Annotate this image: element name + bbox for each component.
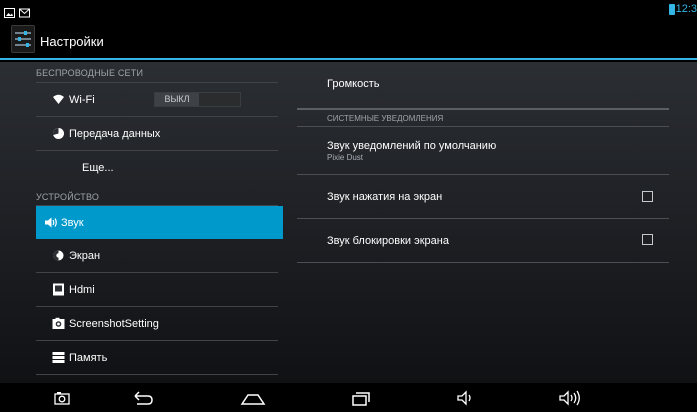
home-icon (238, 387, 268, 409)
sidebar-item-more[interactable]: Еще... (36, 151, 278, 184)
section-header-wireless: БЕСПРОВОДНЫЕ СЕТИ (36, 68, 144, 78)
divider (297, 108, 669, 110)
sidebar-item-label: ScreenshotSetting (69, 318, 159, 330)
volume-up-button[interactable] (555, 387, 585, 409)
battery-icon (669, 4, 675, 15)
action-bar: Настройки (0, 20, 697, 60)
mail-icon (19, 5, 30, 18)
touch-sounds-setting[interactable]: Звук нажатия на экран (297, 175, 669, 217)
settings-app-icon[interactable] (11, 25, 35, 53)
camera-icon (47, 387, 77, 409)
lock-sounds-label: Звук блокировки экрана (327, 235, 449, 247)
volume-up-icon (555, 387, 585, 409)
sidebar-item-display[interactable]: Экран (36, 239, 278, 272)
clock: 12:3 (675, 3, 697, 15)
sidebar-item-screenshot-setting[interactable]: ScreenshotSetting (36, 307, 278, 340)
sidebar-item-label: Звук (61, 217, 84, 229)
default-notification-value: Pixie Dust (327, 153, 364, 162)
sidebar-item-hdmi[interactable]: Hdmi (36, 273, 278, 306)
sidebar-item-label: Память (69, 352, 108, 364)
hdmi-icon (52, 283, 65, 296)
sidebar-item-data-usage[interactable]: Передача данных (36, 117, 278, 150)
navigation-bar (0, 383, 697, 412)
sidebar-item-label: Hdmi (69, 284, 95, 296)
status-bar: 12:3 (0, 0, 697, 20)
wifi-toggle[interactable]: ВЫКЛ (154, 92, 241, 107)
volume-label: Громкость (327, 78, 380, 90)
wifi-toggle-state: ВЫКЛ (155, 93, 199, 106)
volume-down-icon (451, 387, 481, 409)
recent-apps-icon (345, 387, 375, 409)
sidebar-item-sound[interactable]: Звук (36, 206, 283, 239)
app-title: Настройки (40, 34, 104, 49)
data-usage-icon (52, 127, 65, 140)
volume-down-button[interactable] (451, 387, 481, 409)
sound-settings-pane: Громкость СИСТЕМНЫЕ УВЕДОМЛЕНИЯ Звук уве… (297, 62, 669, 383)
screenshot-button[interactable] (47, 387, 77, 409)
sidebar-item-storage[interactable]: Память (36, 341, 278, 374)
section-header-device: УСТРОЙСТВО (36, 192, 100, 202)
storage-icon (52, 351, 65, 364)
recent-apps-button[interactable] (345, 387, 375, 409)
display-icon (52, 249, 65, 262)
sidebar-item-label: Передача данных (69, 128, 161, 140)
section-header-system-notifications: СИСТЕМНЫЕ УВЕДОМЛЕНИЯ (327, 114, 444, 123)
divider (36, 374, 278, 375)
settings-content: БЕСПРОВОДНЫЕ СЕТИ Wi-Fi ВЫКЛ Передача да… (0, 62, 697, 383)
picture-icon (4, 5, 15, 18)
touch-sounds-label: Звук нажатия на экран (327, 191, 443, 203)
lock-sounds-checkbox[interactable] (642, 234, 653, 245)
home-button[interactable] (238, 387, 268, 409)
wifi-icon (52, 93, 65, 106)
volume-setting[interactable]: Громкость (297, 62, 669, 108)
lock-sounds-setting[interactable]: Звук блокировки экрана (297, 219, 669, 261)
divider (297, 262, 669, 263)
sidebar-item-label: Экран (69, 250, 101, 262)
touch-sounds-checkbox[interactable] (642, 191, 653, 202)
default-notification-sound-setting[interactable]: Звук уведомлений по умолчанию Pixie Dust (297, 127, 669, 173)
screenshot-icon (52, 317, 65, 330)
back-icon (128, 387, 158, 409)
sidebar-item-wifi[interactable]: Wi-Fi ВЫКЛ (36, 83, 278, 116)
sidebar-item-label: Еще... (82, 162, 114, 174)
default-notification-title: Звук уведомлений по умолчанию (327, 140, 497, 152)
settings-sidebar: БЕСПРОВОДНЫЕ СЕТИ Wi-Fi ВЫКЛ Передача да… (0, 62, 300, 383)
sidebar-item-label: Wi-Fi (69, 94, 95, 106)
back-button[interactable] (128, 387, 158, 409)
sound-icon (44, 216, 57, 229)
